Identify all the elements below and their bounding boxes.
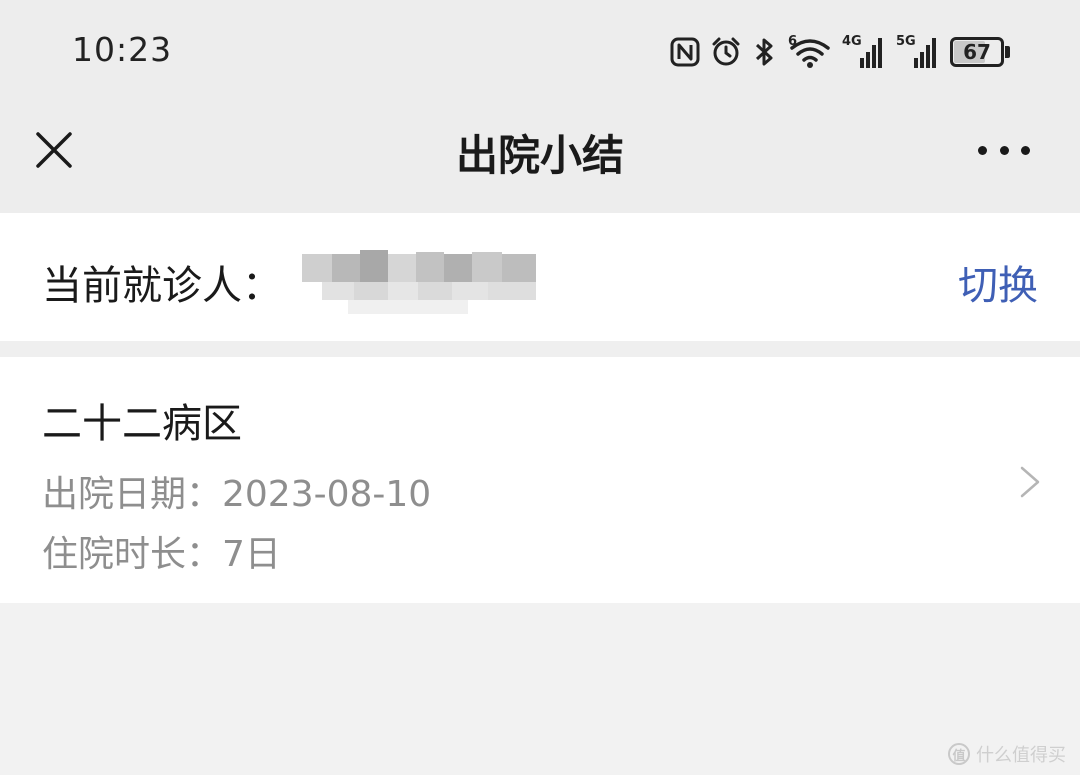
signal-4g-icon: 4G: [842, 34, 886, 70]
alarm-icon: [712, 37, 740, 66]
status-icons: 6 4G 5G 67: [670, 32, 1010, 72]
battery-level: 67: [963, 40, 991, 64]
close-button[interactable]: [30, 126, 78, 174]
watermark: 值 什么值得买: [948, 741, 1066, 767]
chevron-right-icon: [1020, 466, 1040, 498]
nav-bar: 出院小结: [0, 100, 1080, 213]
watermark-logo-icon: 值: [948, 743, 970, 765]
section-divider: [0, 341, 1080, 357]
signal-5g-icon: 5G: [896, 34, 940, 70]
close-icon: [36, 132, 72, 168]
stay-length: 住院时长：7日: [42, 534, 281, 575]
patient-label: 当前就诊人：: [42, 263, 282, 309]
screen: 10:23 6 4G 5G 67 出院小结 当前就诊人： 切换 二十二病区 出院…: [0, 0, 1080, 775]
more-button[interactable]: [972, 130, 1036, 170]
watermark-text: 什么值得买: [976, 745, 1066, 766]
patient-name-redacted: [302, 250, 536, 314]
discharge-record-item[interactable]: 二十二病区 出院日期：2023-08-10 住院时长：7日: [0, 357, 1080, 603]
ward-name: 二十二病区: [42, 401, 242, 447]
bluetooth-icon: [755, 38, 773, 66]
status-bar: 10:23 6 4G 5G 67: [0, 0, 1080, 100]
switch-patient-button[interactable]: 切换: [958, 253, 1038, 311]
patient-row: 当前就诊人： 切换: [0, 213, 1080, 341]
wifi-6-icon: 6: [788, 34, 832, 70]
page-title: 出院小结: [455, 131, 624, 180]
nfc-icon: [670, 37, 700, 67]
status-time: 10:23: [72, 30, 173, 69]
battery-icon: 67: [950, 36, 1010, 68]
discharge-date: 出院日期：2023-08-10: [42, 474, 432, 515]
more-icon: [978, 145, 987, 155]
